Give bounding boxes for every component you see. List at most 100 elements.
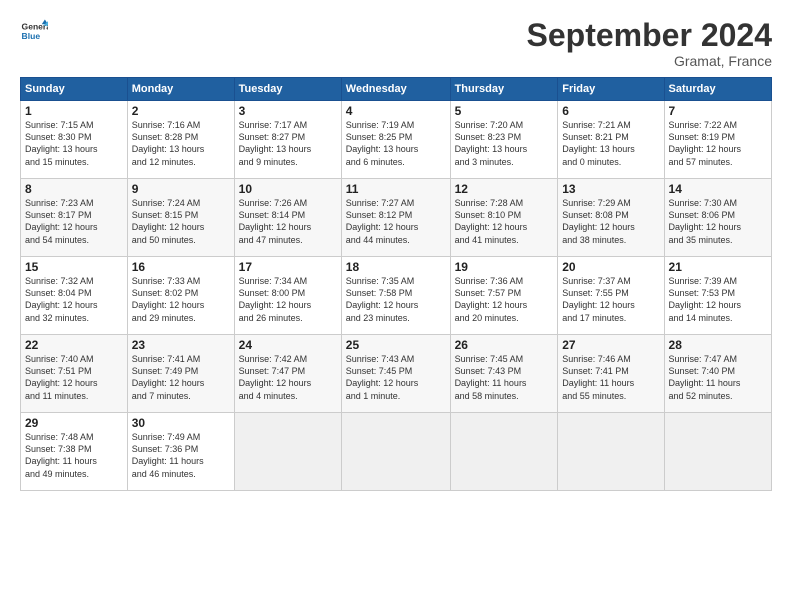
col-wednesday: Wednesday (341, 78, 450, 101)
day-number: 10 (239, 182, 337, 196)
calendar-cell: 11Sunrise: 7:27 AM Sunset: 8:12 PM Dayli… (341, 179, 450, 257)
day-number: 3 (239, 104, 337, 118)
logo: General Blue (20, 18, 48, 46)
logo-icon: General Blue (20, 18, 48, 46)
col-thursday: Thursday (450, 78, 558, 101)
day-info: Sunrise: 7:26 AM Sunset: 8:14 PM Dayligh… (239, 197, 337, 246)
day-number: 16 (132, 260, 230, 274)
day-number: 22 (25, 338, 123, 352)
calendar-cell: 20Sunrise: 7:37 AM Sunset: 7:55 PM Dayli… (558, 257, 664, 335)
calendar-cell: 1Sunrise: 7:15 AM Sunset: 8:30 PM Daylig… (21, 101, 128, 179)
day-info: Sunrise: 7:22 AM Sunset: 8:19 PM Dayligh… (669, 119, 767, 168)
day-info: Sunrise: 7:33 AM Sunset: 8:02 PM Dayligh… (132, 275, 230, 324)
calendar-cell: 16Sunrise: 7:33 AM Sunset: 8:02 PM Dayli… (127, 257, 234, 335)
day-number: 21 (669, 260, 767, 274)
day-number: 6 (562, 104, 659, 118)
day-number: 25 (346, 338, 446, 352)
day-info: Sunrise: 7:15 AM Sunset: 8:30 PM Dayligh… (25, 119, 123, 168)
day-number: 11 (346, 182, 446, 196)
week-row-3: 15Sunrise: 7:32 AM Sunset: 8:04 PM Dayli… (21, 257, 772, 335)
calendar-cell: 10Sunrise: 7:26 AM Sunset: 8:14 PM Dayli… (234, 179, 341, 257)
location: Gramat, France (527, 53, 772, 69)
week-row-2: 8Sunrise: 7:23 AM Sunset: 8:17 PM Daylig… (21, 179, 772, 257)
day-number: 17 (239, 260, 337, 274)
col-friday: Friday (558, 78, 664, 101)
day-info: Sunrise: 7:17 AM Sunset: 8:27 PM Dayligh… (239, 119, 337, 168)
day-number: 12 (455, 182, 554, 196)
calendar-cell (450, 413, 558, 491)
svg-text:Blue: Blue (22, 31, 41, 41)
day-number: 26 (455, 338, 554, 352)
day-number: 1 (25, 104, 123, 118)
calendar-body: 1Sunrise: 7:15 AM Sunset: 8:30 PM Daylig… (21, 101, 772, 491)
day-number: 4 (346, 104, 446, 118)
calendar-cell: 18Sunrise: 7:35 AM Sunset: 7:58 PM Dayli… (341, 257, 450, 335)
day-number: 5 (455, 104, 554, 118)
calendar-page: General Blue September 2024 Gramat, Fran… (0, 0, 792, 612)
day-info: Sunrise: 7:42 AM Sunset: 7:47 PM Dayligh… (239, 353, 337, 402)
header: General Blue September 2024 Gramat, Fran… (20, 18, 772, 69)
week-row-5: 29Sunrise: 7:48 AM Sunset: 7:38 PM Dayli… (21, 413, 772, 491)
week-row-1: 1Sunrise: 7:15 AM Sunset: 8:30 PM Daylig… (21, 101, 772, 179)
day-info: Sunrise: 7:40 AM Sunset: 7:51 PM Dayligh… (25, 353, 123, 402)
day-info: Sunrise: 7:35 AM Sunset: 7:58 PM Dayligh… (346, 275, 446, 324)
day-info: Sunrise: 7:16 AM Sunset: 8:28 PM Dayligh… (132, 119, 230, 168)
header-row: Sunday Monday Tuesday Wednesday Thursday… (21, 78, 772, 101)
calendar-cell: 7Sunrise: 7:22 AM Sunset: 8:19 PM Daylig… (664, 101, 771, 179)
col-sunday: Sunday (21, 78, 128, 101)
calendar-cell: 2Sunrise: 7:16 AM Sunset: 8:28 PM Daylig… (127, 101, 234, 179)
calendar-cell: 17Sunrise: 7:34 AM Sunset: 8:00 PM Dayli… (234, 257, 341, 335)
day-number: 23 (132, 338, 230, 352)
week-row-4: 22Sunrise: 7:40 AM Sunset: 7:51 PM Dayli… (21, 335, 772, 413)
calendar-cell (234, 413, 341, 491)
day-number: 29 (25, 416, 123, 430)
day-info: Sunrise: 7:46 AM Sunset: 7:41 PM Dayligh… (562, 353, 659, 402)
calendar-cell: 23Sunrise: 7:41 AM Sunset: 7:49 PM Dayli… (127, 335, 234, 413)
day-number: 8 (25, 182, 123, 196)
calendar-cell: 8Sunrise: 7:23 AM Sunset: 8:17 PM Daylig… (21, 179, 128, 257)
col-monday: Monday (127, 78, 234, 101)
calendar-cell: 6Sunrise: 7:21 AM Sunset: 8:21 PM Daylig… (558, 101, 664, 179)
calendar-cell: 22Sunrise: 7:40 AM Sunset: 7:51 PM Dayli… (21, 335, 128, 413)
calendar-cell: 4Sunrise: 7:19 AM Sunset: 8:25 PM Daylig… (341, 101, 450, 179)
day-info: Sunrise: 7:48 AM Sunset: 7:38 PM Dayligh… (25, 431, 123, 480)
day-info: Sunrise: 7:20 AM Sunset: 8:23 PM Dayligh… (455, 119, 554, 168)
calendar-cell: 14Sunrise: 7:30 AM Sunset: 8:06 PM Dayli… (664, 179, 771, 257)
day-info: Sunrise: 7:28 AM Sunset: 8:10 PM Dayligh… (455, 197, 554, 246)
day-info: Sunrise: 7:30 AM Sunset: 8:06 PM Dayligh… (669, 197, 767, 246)
day-number: 30 (132, 416, 230, 430)
calendar-table: Sunday Monday Tuesday Wednesday Thursday… (20, 77, 772, 491)
calendar-cell: 25Sunrise: 7:43 AM Sunset: 7:45 PM Dayli… (341, 335, 450, 413)
day-number: 24 (239, 338, 337, 352)
day-info: Sunrise: 7:39 AM Sunset: 7:53 PM Dayligh… (669, 275, 767, 324)
day-info: Sunrise: 7:32 AM Sunset: 8:04 PM Dayligh… (25, 275, 123, 324)
calendar-cell: 26Sunrise: 7:45 AM Sunset: 7:43 PM Dayli… (450, 335, 558, 413)
day-info: Sunrise: 7:49 AM Sunset: 7:36 PM Dayligh… (132, 431, 230, 480)
day-number: 27 (562, 338, 659, 352)
calendar-cell: 19Sunrise: 7:36 AM Sunset: 7:57 PM Dayli… (450, 257, 558, 335)
calendar-cell (664, 413, 771, 491)
day-number: 28 (669, 338, 767, 352)
calendar-cell: 9Sunrise: 7:24 AM Sunset: 8:15 PM Daylig… (127, 179, 234, 257)
day-info: Sunrise: 7:19 AM Sunset: 8:25 PM Dayligh… (346, 119, 446, 168)
day-info: Sunrise: 7:29 AM Sunset: 8:08 PM Dayligh… (562, 197, 659, 246)
calendar-cell (341, 413, 450, 491)
day-info: Sunrise: 7:47 AM Sunset: 7:40 PM Dayligh… (669, 353, 767, 402)
day-number: 15 (25, 260, 123, 274)
day-info: Sunrise: 7:41 AM Sunset: 7:49 PM Dayligh… (132, 353, 230, 402)
calendar-cell: 13Sunrise: 7:29 AM Sunset: 8:08 PM Dayli… (558, 179, 664, 257)
day-info: Sunrise: 7:27 AM Sunset: 8:12 PM Dayligh… (346, 197, 446, 246)
day-number: 20 (562, 260, 659, 274)
day-number: 7 (669, 104, 767, 118)
day-number: 14 (669, 182, 767, 196)
day-info: Sunrise: 7:45 AM Sunset: 7:43 PM Dayligh… (455, 353, 554, 402)
day-info: Sunrise: 7:36 AM Sunset: 7:57 PM Dayligh… (455, 275, 554, 324)
calendar-cell: 12Sunrise: 7:28 AM Sunset: 8:10 PM Dayli… (450, 179, 558, 257)
day-number: 18 (346, 260, 446, 274)
day-info: Sunrise: 7:24 AM Sunset: 8:15 PM Dayligh… (132, 197, 230, 246)
day-info: Sunrise: 7:43 AM Sunset: 7:45 PM Dayligh… (346, 353, 446, 402)
day-info: Sunrise: 7:23 AM Sunset: 8:17 PM Dayligh… (25, 197, 123, 246)
calendar-cell: 28Sunrise: 7:47 AM Sunset: 7:40 PM Dayli… (664, 335, 771, 413)
calendar-cell: 5Sunrise: 7:20 AM Sunset: 8:23 PM Daylig… (450, 101, 558, 179)
calendar-cell: 27Sunrise: 7:46 AM Sunset: 7:41 PM Dayli… (558, 335, 664, 413)
